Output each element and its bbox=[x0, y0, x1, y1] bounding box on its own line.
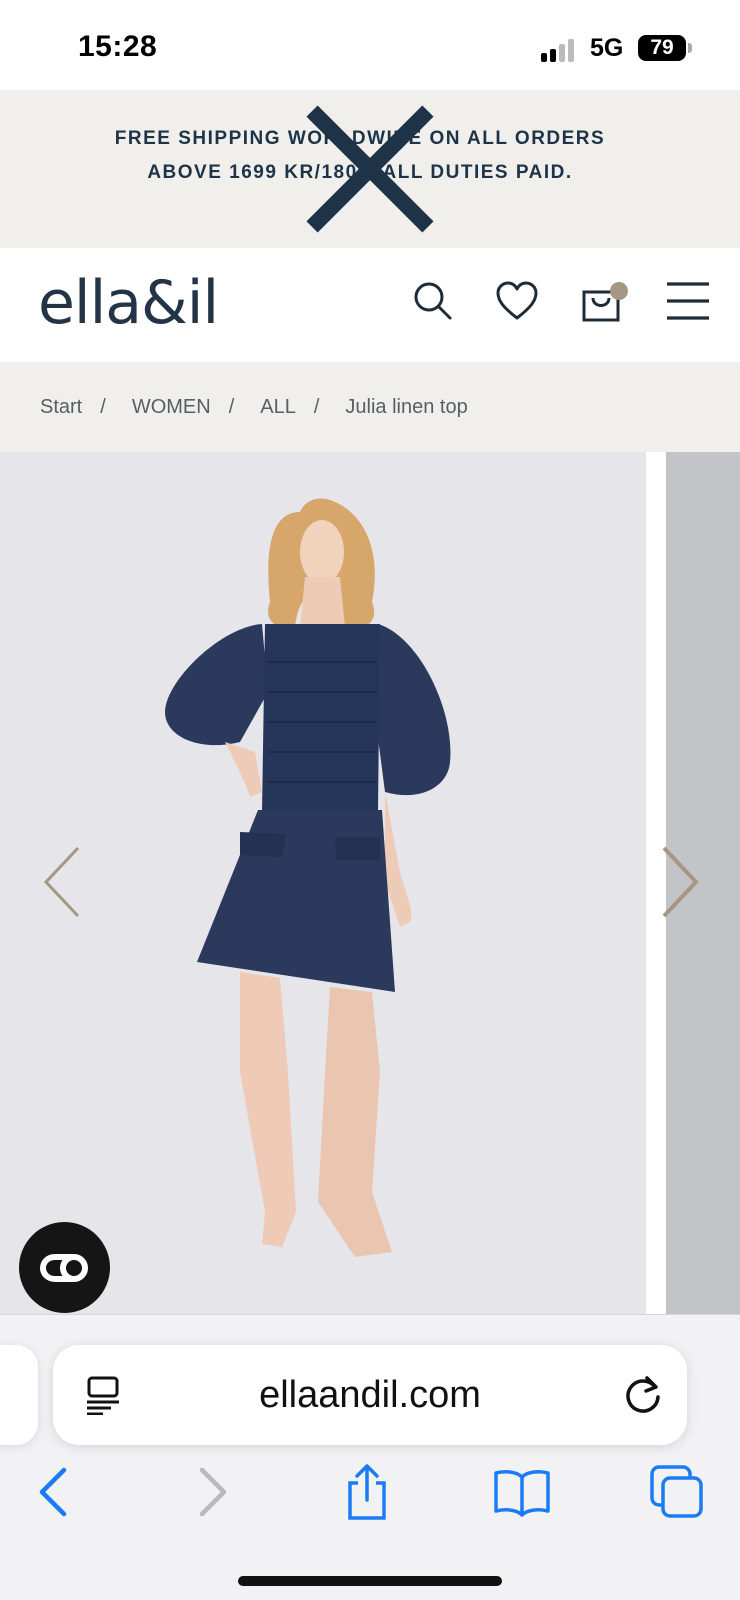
signal-icon bbox=[541, 38, 581, 62]
product-gallery[interactable] bbox=[0, 452, 740, 1314]
heart-icon[interactable] bbox=[494, 278, 540, 324]
breadcrumb-start[interactable]: Start bbox=[40, 396, 82, 419]
browser-toolbar: ellaandil.com bbox=[0, 1314, 740, 1600]
breadcrumb-current: Julia linen top bbox=[345, 395, 468, 418]
breadcrumb-women[interactable]: WOMEN bbox=[132, 396, 211, 419]
previous-tab[interactable] bbox=[0, 1345, 38, 1445]
breadcrumb-separator: / bbox=[313, 395, 320, 418]
breadcrumb-separator: / bbox=[100, 395, 106, 418]
menu-icon[interactable] bbox=[664, 278, 712, 324]
share-icon[interactable] bbox=[338, 1463, 396, 1521]
url-text: ellaandil.com bbox=[259, 1374, 481, 1416]
chevron-left-icon[interactable] bbox=[40, 842, 84, 922]
back-icon[interactable] bbox=[24, 1463, 82, 1521]
status-time: 15:28 bbox=[78, 30, 158, 63]
product-image bbox=[0, 452, 646, 1314]
home-indicator bbox=[238, 1576, 502, 1586]
chevron-right-icon[interactable] bbox=[658, 842, 702, 922]
chat-icon bbox=[39, 1254, 88, 1282]
tabs-icon[interactable] bbox=[648, 1463, 706, 1521]
network-label: 5G bbox=[590, 34, 624, 62]
status-bar: 15:28 5G 79 bbox=[0, 0, 740, 90]
battery-icon: 79 bbox=[638, 35, 692, 61]
forward-icon bbox=[199, 1467, 227, 1517]
site-logo[interactable]: ella&il bbox=[38, 268, 219, 338]
bookmarks-icon[interactable] bbox=[492, 1463, 552, 1521]
cart-badge bbox=[610, 282, 628, 300]
breadcrumb-all[interactable]: ALL bbox=[260, 396, 296, 419]
model-figure bbox=[165, 498, 451, 1257]
breadcrumb: Start / WOMEN / ALL / Julia linen top bbox=[0, 362, 740, 452]
address-bar[interactable]: ellaandil.com bbox=[53, 1345, 687, 1445]
site-header: ella&il bbox=[0, 248, 740, 362]
close-icon[interactable] bbox=[0, 90, 740, 248]
breadcrumb-separator: / bbox=[228, 395, 235, 418]
chat-button[interactable] bbox=[19, 1222, 110, 1313]
search-icon[interactable] bbox=[410, 278, 456, 324]
reload-icon[interactable] bbox=[621, 1373, 665, 1417]
